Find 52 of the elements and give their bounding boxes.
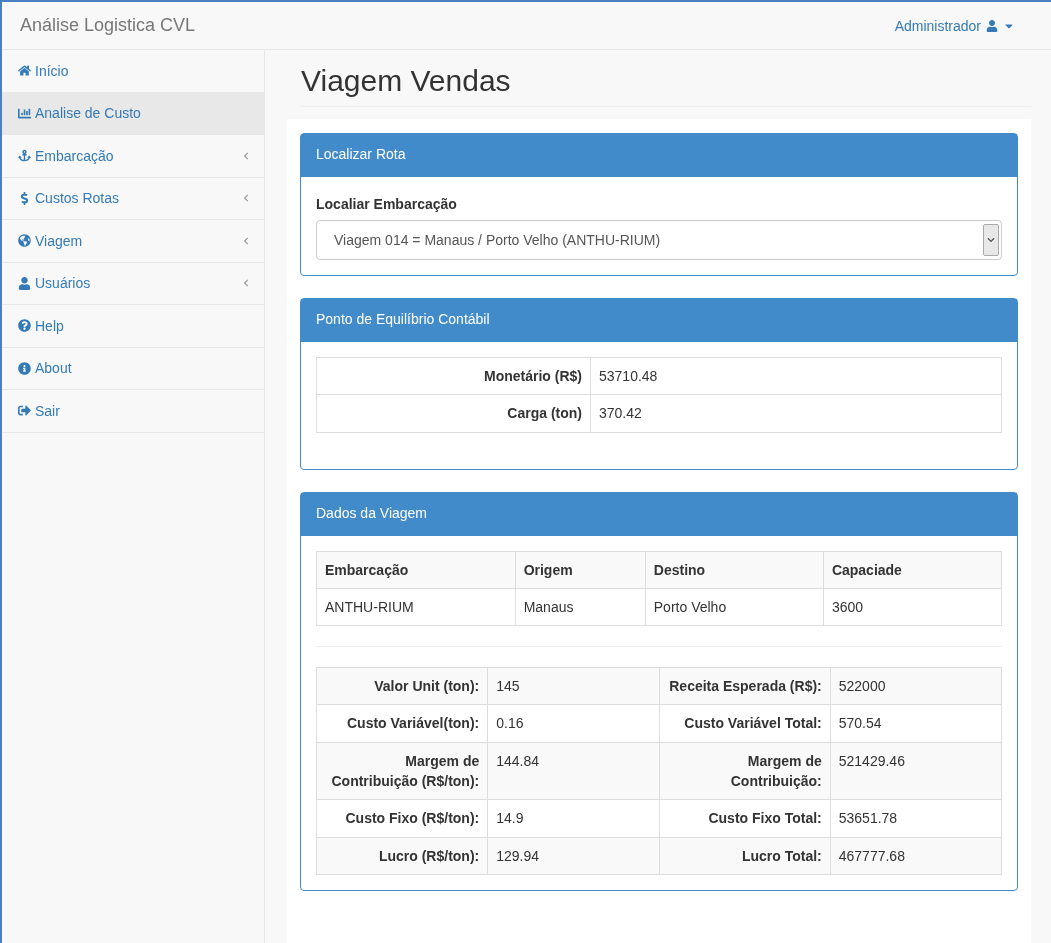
row-label: Receita Esperada (R$):: [659, 667, 831, 705]
panel-heading: Ponto de Equilíbrio Contábil: [301, 299, 1017, 342]
globe-icon: [18, 234, 31, 248]
anchor-icon: [18, 149, 31, 163]
field-label: Localiar Embarcação: [316, 196, 458, 212]
info-icon: [18, 361, 31, 375]
row-label: Custo Fixo (R$/ton):: [316, 799, 488, 838]
page-title: Viagem Vendas: [301, 64, 1031, 107]
table-cell: Porto Velho: [645, 588, 824, 626]
table-cell: 144.84: [487, 742, 659, 800]
app-brand[interactable]: Análise Logistica CVL: [20, 15, 196, 36]
table-cell: 521429.46: [830, 742, 1002, 800]
table-cell: 570.54: [830, 705, 1002, 743]
row-label: Lucro (R$/ton):: [316, 837, 488, 875]
table-cell: 129.94: [487, 837, 659, 875]
table-cell: 522000: [830, 667, 1002, 705]
table-cell: ANTHU-RIUM: [316, 588, 516, 626]
row-label: Valor Unit (ton):: [316, 667, 488, 705]
table-cell: 3600: [823, 588, 1002, 626]
dollar-icon: [18, 191, 31, 205]
row-label: Custo Fixo Total:: [659, 799, 831, 838]
user-menu[interactable]: Administrador: [894, 17, 1015, 34]
table-cell: Manaus: [515, 588, 646, 626]
row-label: Carga (ton): [316, 394, 591, 433]
table-cell: 145: [487, 667, 659, 705]
table-cell: 14.9: [487, 799, 659, 838]
row-label: Monetário (R$): [316, 357, 591, 395]
table-cell: 370.42: [590, 394, 1002, 433]
sign-out-icon: [18, 404, 31, 418]
column-header: Embarcação: [316, 551, 516, 589]
column-header: Capaciade: [823, 551, 1002, 589]
row-label: Margem de Contribuição:: [659, 742, 831, 800]
user-icon: [18, 276, 31, 290]
row-label: Margem de Contribuição (R$/ton):: [316, 742, 488, 800]
help-icon: [18, 319, 31, 333]
bar-chart-icon: [18, 106, 31, 120]
panel-heading: Localizar Rota: [301, 134, 1017, 177]
table-cell: 467777.68: [830, 837, 1002, 875]
table-cell: 53651.78: [830, 799, 1002, 838]
chevron-down-icon: [987, 236, 995, 244]
row-label: Lucro Total:: [659, 837, 831, 875]
column-header: Origem: [515, 551, 646, 589]
column-header: Destino: [645, 551, 824, 589]
table-cell: 0.16: [487, 705, 659, 743]
sidebar-item[interactable]: Analise de Custo: [2, 92, 264, 135]
table-cell: 53710.48: [590, 357, 1002, 395]
home-icon: [18, 64, 31, 78]
user-icon: [986, 19, 998, 32]
panel-heading: Dados da Viagem: [301, 492, 1017, 536]
row-label: Custo Variável(ton):: [316, 705, 488, 743]
row-label: Custo Variável Total:: [659, 705, 831, 743]
select-field[interactable]: Viagem 014 = Manaus / Porto Velho (ANTHU-RIUM): [316, 220, 1002, 260]
